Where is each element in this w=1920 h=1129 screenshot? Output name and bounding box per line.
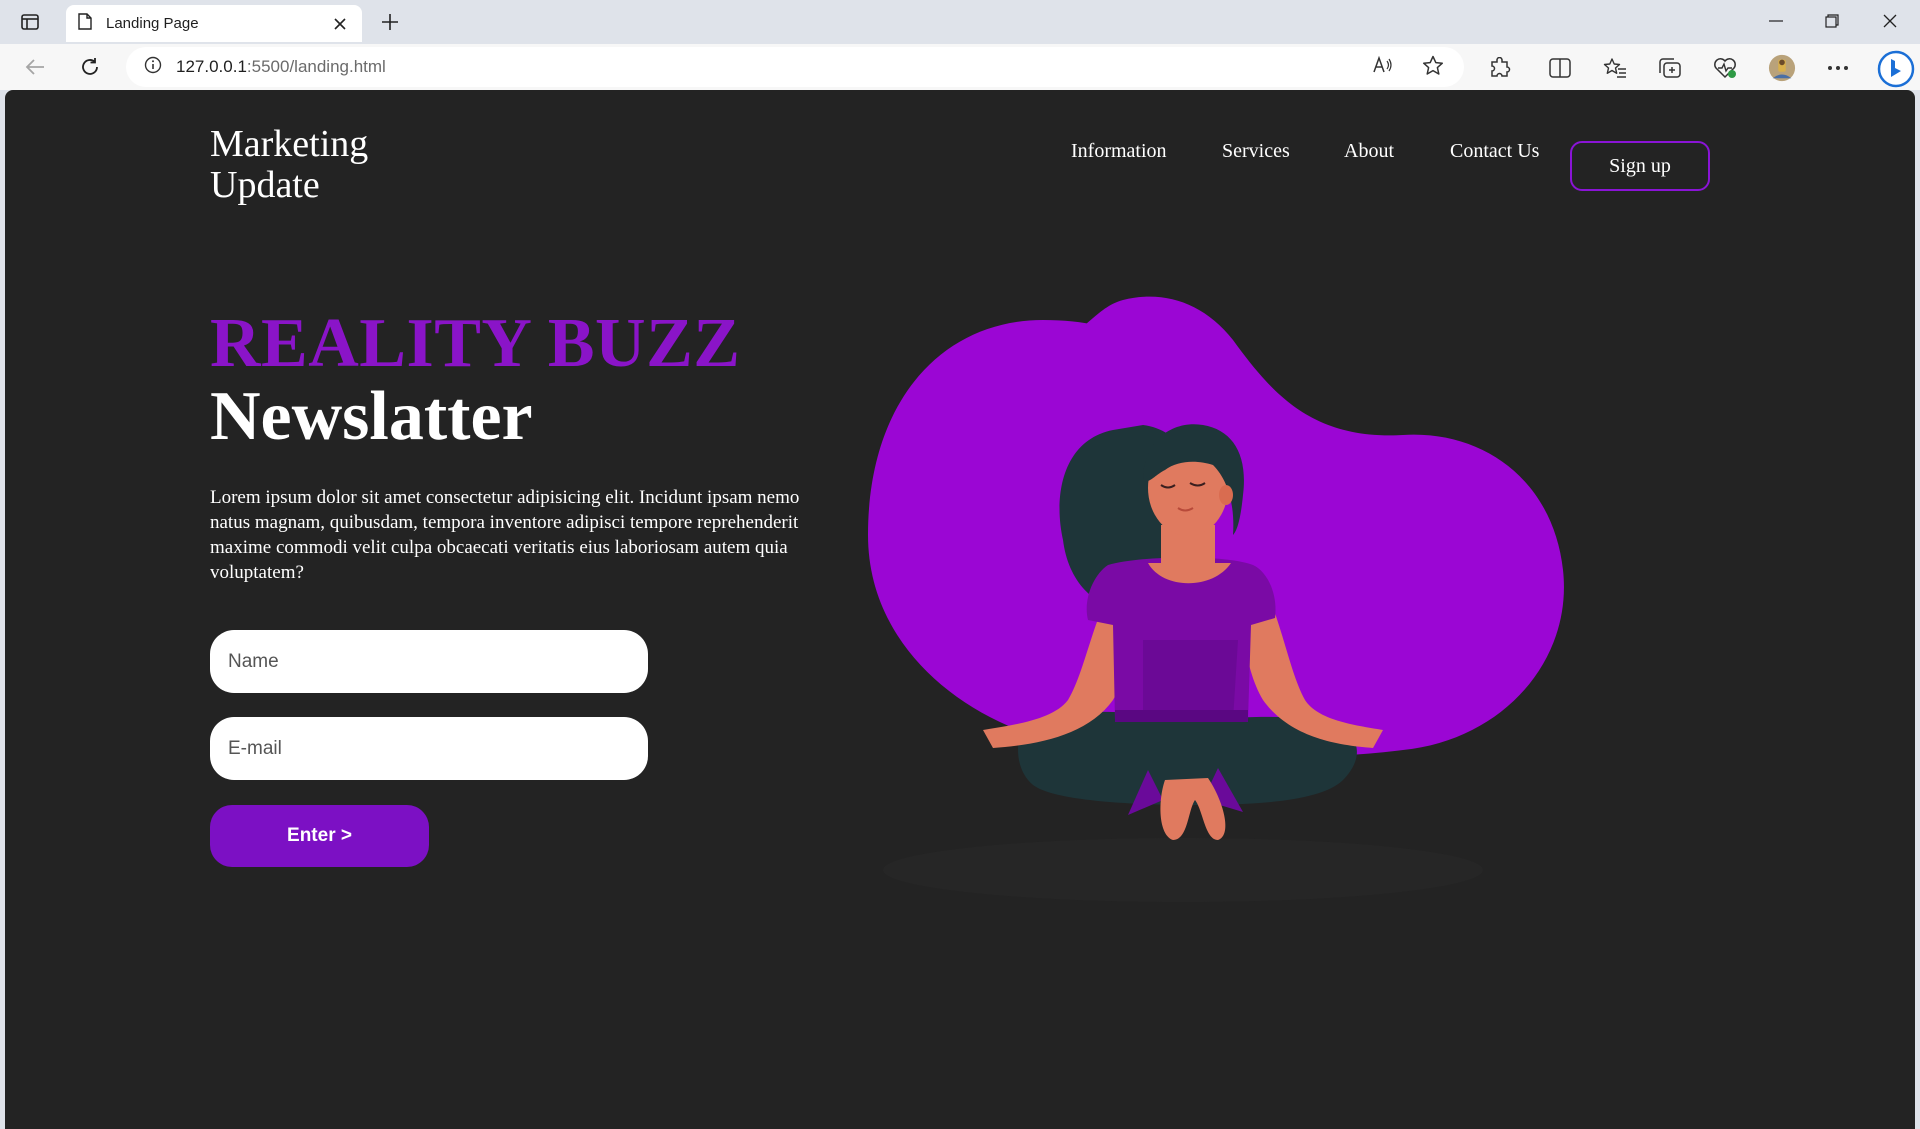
info-icon[interactable]: [144, 56, 162, 79]
logo-line-1: Marketing: [210, 123, 369, 165]
browser-toolbar: 127.0.0.1:5500/landing.html: [0, 44, 1920, 90]
floor-shadow: [883, 838, 1483, 902]
shirt-shade: [1143, 640, 1238, 720]
restore-icon[interactable]: [1812, 8, 1852, 34]
browser-essentials-icon[interactable]: [1711, 55, 1739, 81]
site-logo[interactable]: Marketing Update: [210, 124, 368, 206]
extensions-icon[interactable]: [1486, 55, 1514, 81]
refresh-icon[interactable]: [75, 53, 105, 81]
nav-services[interactable]: Services: [1222, 140, 1290, 163]
nav-about[interactable]: About: [1344, 140, 1394, 163]
collections-icon[interactable]: [1656, 55, 1684, 81]
read-aloud-icon[interactable]: [1370, 53, 1396, 77]
nav-information[interactable]: Information: [1071, 140, 1167, 163]
profile-icon[interactable]: [1768, 54, 1796, 82]
hero-title: Newslatter: [210, 378, 533, 455]
nav-contact-us[interactable]: Contact Us: [1450, 140, 1539, 163]
email-field[interactable]: [210, 717, 648, 780]
address-bar[interactable]: 127.0.0.1:5500/landing.html: [126, 47, 1464, 87]
logo-line-2: Update: [210, 164, 320, 206]
close-window-icon[interactable]: [1870, 8, 1910, 34]
back-icon[interactable]: [20, 53, 50, 81]
copilot-icon[interactable]: [1876, 49, 1916, 89]
plus-icon[interactable]: [376, 10, 404, 34]
tab-title: Landing Page: [106, 15, 199, 32]
belt: [1115, 710, 1248, 722]
meditation-illustration: [868, 296, 1564, 902]
more-icon[interactable]: [1824, 55, 1852, 81]
favorite-star-icon[interactable]: [1420, 53, 1446, 77]
minimize-icon[interactable]: [1756, 8, 1796, 34]
name-field[interactable]: [210, 630, 648, 693]
favorites-icon[interactable]: [1601, 55, 1629, 81]
hero-title-accent: REALITY BUZZ: [210, 305, 741, 382]
page-icon: [78, 12, 92, 35]
split-screen-icon[interactable]: [1546, 55, 1574, 81]
hero-description: Lorem ipsum dolor sit amet consectetur a…: [210, 487, 800, 583]
ear: [1219, 485, 1233, 505]
browser-tab-strip: Landing Page: [0, 0, 1920, 44]
close-icon[interactable]: [330, 14, 350, 34]
tab-actions-icon[interactable]: [16, 10, 44, 34]
signup-button[interactable]: Sign up: [1570, 141, 1710, 191]
url-text: 127.0.0.1:5500/landing.html: [176, 57, 386, 76]
browser-tab[interactable]: Landing Page: [66, 5, 362, 42]
page-viewport: Marketing Update Information Services Ab…: [5, 90, 1915, 1129]
enter-button[interactable]: Enter >: [210, 805, 429, 867]
